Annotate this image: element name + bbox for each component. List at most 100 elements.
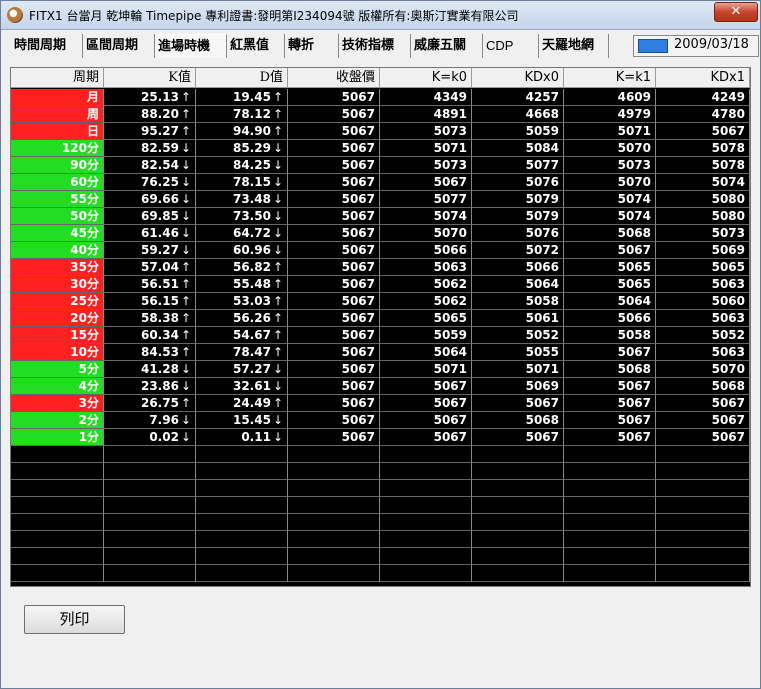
col-header-close[interactable]: 收盤價 (288, 68, 380, 88)
period-cell: 15分 (11, 327, 104, 344)
kdx0-cell: 5058 (472, 293, 564, 310)
table-row[interactable]: 1分 0.02 ↓ 0.11 ↓ 5067 5067 5067 5067 5067 (11, 429, 750, 446)
arrow-up-icon: ↑ (272, 396, 283, 410)
col-header-k0[interactable]: K=k0 (380, 68, 472, 88)
empty-cell (104, 565, 196, 582)
d-value-cell: 57.27 ↓ (196, 361, 288, 378)
period-cell: 30分 (11, 276, 104, 293)
table-row[interactable]: 40分 59.27 ↓ 60.96 ↓ 5067 5066 5072 5067 5069 (11, 242, 750, 259)
k-value-cell: 88.20 ↑ (104, 106, 196, 123)
col-header-k1[interactable]: K=k1 (564, 68, 656, 88)
k-value: 56.15 (140, 294, 179, 308)
status-indicator (638, 39, 668, 53)
table-row[interactable]: 25分 56.15 ↑ 53.03 ↑ 5067 5062 5058 5064 5060 (11, 293, 750, 310)
tab-time-period[interactable]: 時間周期 (11, 34, 83, 58)
table-row[interactable]: 10分 84.53 ↑ 78.47 ↑ 5067 5064 5055 5067 5063 (11, 344, 750, 361)
table-row[interactable]: 55分 69.66 ↓ 73.48 ↓ 5067 5077 5079 5074 5080 (11, 191, 750, 208)
period-cell: 2分 (11, 412, 104, 429)
empty-row[interactable] (11, 531, 750, 548)
kdx1-cell: 4249 (656, 89, 750, 106)
empty-row[interactable] (11, 514, 750, 531)
k-value-cell: 76.25 ↓ (104, 174, 196, 191)
kdx1-cell: 5070 (656, 361, 750, 378)
arrow-up-icon: ↑ (180, 396, 191, 410)
kdx1-cell: 5068 (656, 378, 750, 395)
close-cell: 5067 (288, 174, 380, 191)
empty-row[interactable] (11, 446, 750, 463)
print-button[interactable]: 列印 (24, 605, 125, 634)
close-cell: 5067 (288, 429, 380, 446)
empty-cell (564, 463, 656, 480)
table-row[interactable]: 5分 41.28 ↓ 57.27 ↓ 5067 5071 5071 5068 5070 (11, 361, 750, 378)
table-row[interactable]: 4分 23.86 ↓ 32.61 ↓ 5067 5067 5069 5067 5068 (11, 378, 750, 395)
tab-williams[interactable]: 威廉五關 (411, 34, 483, 58)
k0-cell: 5063 (380, 259, 472, 276)
d-value-cell: 73.48 ↓ (196, 191, 288, 208)
tab-turning[interactable]: 轉折 (285, 34, 339, 58)
close-cell: 5067 (288, 89, 380, 106)
table-row[interactable]: 50分 69.85 ↓ 73.50 ↓ 5067 5074 5079 5074 5080 (11, 208, 750, 225)
table-row[interactable]: 2分 7.96 ↓ 15.45 ↓ 5067 5067 5068 5067 5067 (11, 412, 750, 429)
d-value: 32.61 (232, 379, 271, 393)
d-value: 73.50 (232, 209, 271, 223)
empty-cell (380, 548, 472, 565)
empty-cell (196, 446, 288, 463)
period-cell: 日 (11, 123, 104, 140)
empty-cell (288, 514, 380, 531)
k0-cell: 5064 (380, 344, 472, 361)
table-row[interactable]: 3分 26.75 ↑ 24.49 ↑ 5067 5067 5067 5067 5067 (11, 395, 750, 412)
table-row[interactable]: 120分 82.59 ↓ 85.29 ↓ 5067 5071 5084 5070 5078 (11, 140, 750, 157)
col-header-kdx1[interactable]: KDx1 (656, 68, 750, 88)
table-row[interactable]: 35分 57.04 ↑ 56.82 ↑ 5067 5063 5066 5065 5065 (11, 259, 750, 276)
k0-cell: 5067 (380, 395, 472, 412)
kdx0-cell: 5067 (472, 395, 564, 412)
empty-row[interactable] (11, 480, 750, 497)
empty-row[interactable] (11, 548, 750, 565)
table-row[interactable]: 45分 61.46 ↓ 64.72 ↓ 5067 5070 5076 5068 5073 (11, 225, 750, 242)
empty-row[interactable] (11, 497, 750, 514)
tab-red-black[interactable]: 紅黑值 (227, 34, 285, 58)
k0-cell: 5074 (380, 208, 472, 225)
period-cell: 60分 (11, 174, 104, 191)
k0-cell: 5067 (380, 412, 472, 429)
col-header-k[interactable]: K值 (104, 68, 196, 88)
tab-cdp[interactable]: CDP (483, 34, 539, 58)
date-display: 2009/03/18 (633, 35, 759, 57)
table-row[interactable]: 日 95.27 ↑ 94.90 ↑ 5067 5073 5059 5071 5067 (11, 123, 750, 140)
close-button[interactable]: ✕ (714, 2, 758, 22)
col-header-d[interactable]: D值 (196, 68, 288, 88)
arrow-down-icon: ↓ (272, 226, 283, 240)
period-cell: 20分 (11, 310, 104, 327)
empty-cell (196, 497, 288, 514)
table-row[interactable]: 周 88.20 ↑ 78.12 ↑ 5067 4891 4668 4979 4780 (11, 106, 750, 123)
empty-row[interactable] (11, 463, 750, 480)
table-row[interactable]: 30分 56.51 ↑ 55.48 ↑ 5067 5062 5064 5065 5063 (11, 276, 750, 293)
k0-cell: 4891 (380, 106, 472, 123)
k1-cell: 5068 (564, 361, 656, 378)
tab-technical[interactable]: 技術指標 (339, 34, 411, 58)
kdx0-cell: 5077 (472, 157, 564, 174)
table-row[interactable]: 90分 82.54 ↓ 84.25 ↓ 5067 5073 5077 5073 5078 (11, 157, 750, 174)
col-header-kdx0[interactable]: KDx0 (472, 68, 564, 88)
table-row[interactable]: 20分 58.38 ↑ 56.26 ↑ 5067 5065 5061 5066 5063 (11, 310, 750, 327)
k0-cell: 5067 (380, 429, 472, 446)
table-row[interactable]: 15分 60.34 ↑ 54.67 ↑ 5067 5059 5052 5058 5052 (11, 327, 750, 344)
arrow-up-icon: ↑ (272, 328, 283, 342)
k-value: 84.53 (140, 345, 179, 359)
d-value: 78.15 (232, 175, 271, 189)
tab-range-period[interactable]: 區間周期 (83, 34, 155, 58)
data-grid[interactable]: 周期 K值 D值 收盤價 K=k0 KDx0 K=k1 KDx1 月 25.13 ↑… (10, 67, 751, 587)
col-header-period[interactable]: 周期 (11, 68, 104, 88)
tab-entry-timing[interactable]: 進場時機 (155, 34, 227, 58)
d-value-cell: 56.82 ↑ (196, 259, 288, 276)
table-row[interactable]: 月 25.13 ↑ 19.45 ↑ 5067 4349 4257 4609 4249 (11, 89, 750, 106)
k-value-cell: 56.15 ↑ (104, 293, 196, 310)
k-value-cell: 82.59 ↓ (104, 140, 196, 157)
period-cell: 55分 (11, 191, 104, 208)
close-cell: 5067 (288, 361, 380, 378)
d-value: 15.45 (232, 413, 271, 427)
empty-cell (380, 565, 472, 582)
empty-row[interactable] (11, 565, 750, 582)
tab-net[interactable]: 天羅地網 (539, 34, 609, 58)
table-row[interactable]: 60分 76.25 ↓ 78.15 ↓ 5067 5067 5076 5070 5074 (11, 174, 750, 191)
